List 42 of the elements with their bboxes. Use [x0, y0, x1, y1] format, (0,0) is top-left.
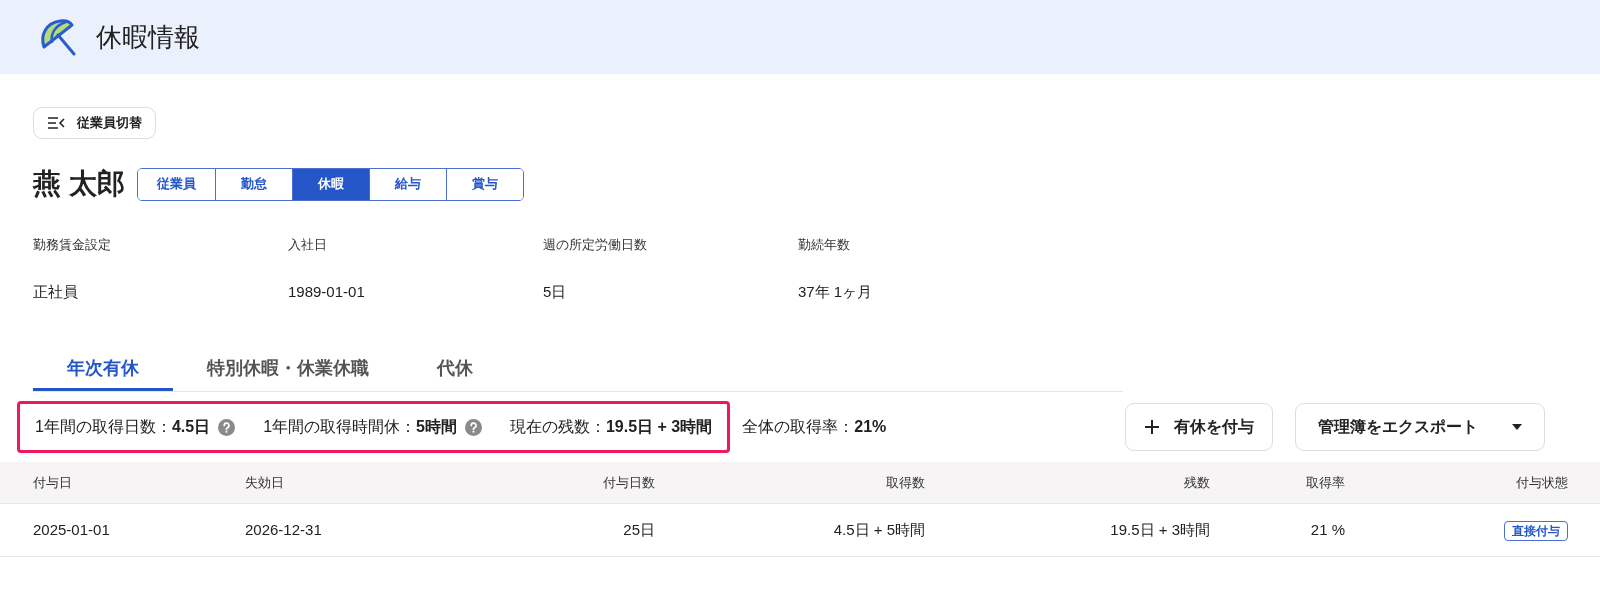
stat-text: 1年間の取得時間休：5時間 — [263, 417, 457, 437]
info-value: 正社員 — [33, 281, 79, 302]
column-header: 付与日数 — [603, 474, 655, 490]
section-tab[interactable]: 賞与 — [445, 168, 523, 200]
column-header: 付与日 — [33, 474, 72, 490]
leave-tab[interactable]: 特別休暇・休業休職 — [173, 349, 403, 391]
stat-text: 全体の取得率：21% — [742, 417, 887, 437]
menu-collapse-icon — [47, 117, 65, 129]
grant-leave-button[interactable]: 有休を付与 — [1125, 403, 1273, 451]
table-cell: 21 % — [1310, 520, 1345, 538]
column-header: 取得数 — [886, 474, 925, 490]
column-header: 取得率 — [1306, 474, 1345, 490]
switch-employee-button[interactable]: 従業員切替 — [33, 107, 156, 139]
caret-icon — [1512, 424, 1522, 430]
table-cell: 19.5日 + 3時間 — [1110, 520, 1210, 538]
table-cell: 4.5日 + 5時間 — [833, 520, 925, 538]
table-cell: 2025-01-01 — [33, 520, 110, 538]
leave-tab[interactable]: 年次有休 — [33, 349, 173, 391]
info-label: 週の所定労働日数 — [543, 236, 648, 254]
page-title: 休暇情報 — [96, 20, 200, 54]
info-label: 入社日 — [288, 236, 328, 254]
column-header: 付与状態 — [1516, 474, 1568, 490]
section-tab[interactable]: 休暇 — [291, 168, 369, 200]
status-badge: 直接付与 — [1504, 520, 1568, 541]
umbrella-icon — [38, 17, 78, 57]
export-button[interactable]: 管理簿をエクスポート — [1295, 403, 1545, 451]
help-icon[interactable] — [464, 418, 482, 436]
stat-text: 1年間の取得日数：4.5日 — [35, 417, 211, 437]
column-header: 残数 — [1184, 474, 1210, 490]
stat-text: 現在の残数：19.5日 + 3時間 — [509, 417, 713, 437]
info-value: 37年 1ヶ月 — [798, 281, 874, 302]
help-icon[interactable] — [218, 418, 236, 436]
plus-icon — [1144, 419, 1160, 435]
info-value: 5日 — [543, 281, 568, 302]
leave-tab[interactable]: 代休 — [403, 349, 507, 391]
info-label: 勤務賃金設定 — [33, 236, 112, 254]
column-header: 失効日 — [245, 474, 284, 490]
table-cell: 2026-12-31 — [245, 520, 322, 538]
info-value: 1989-01-01 — [288, 281, 366, 302]
table-cell: 25日 — [623, 520, 655, 538]
info-label: 勤続年数 — [798, 236, 851, 254]
employee-name: 燕 太郎 — [33, 167, 125, 201]
